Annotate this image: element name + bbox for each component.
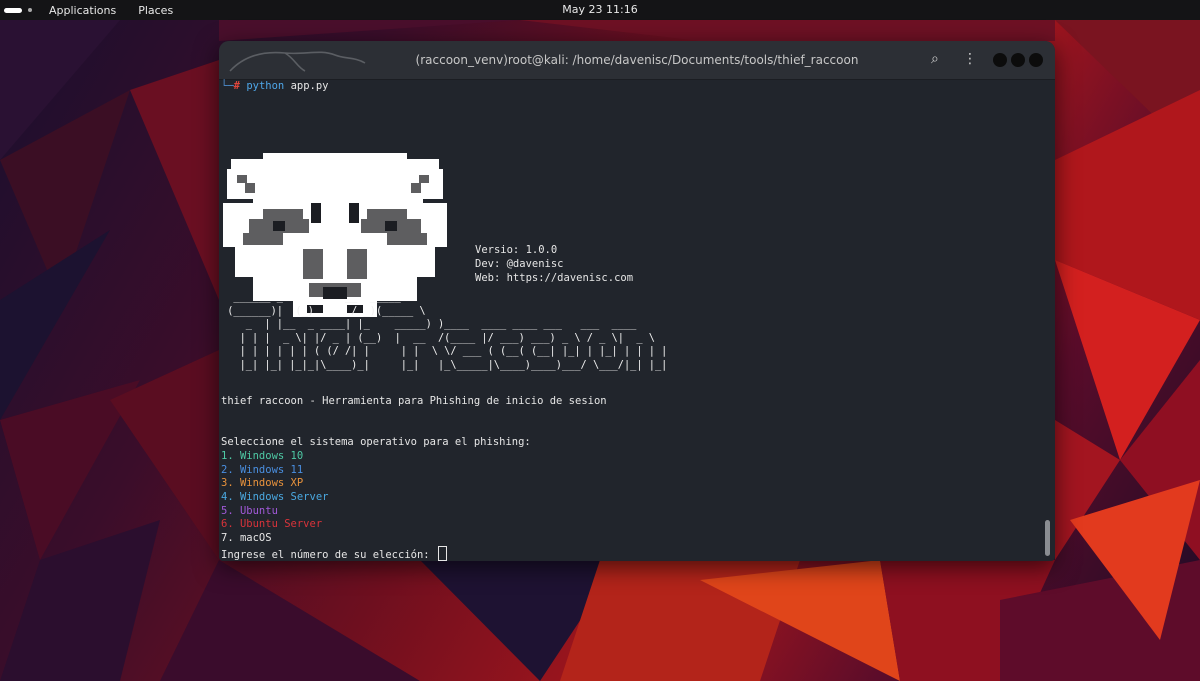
- ascii-banner: ______ _ __ _____ (______)| (_) / _)(___…: [227, 291, 668, 371]
- terminal-window: (raccoon_venv)root@kali: /home/davenisc/…: [219, 41, 1055, 561]
- maximize-button[interactable]: [1011, 53, 1025, 67]
- version-info: Versio: 1.0.0: [475, 244, 558, 256]
- input-line[interactable]: Ingrese el número de su elección:: [221, 546, 447, 561]
- terminal-body[interactable]: └─# python app.py Versio: 1.0.0 Dev: @da…: [219, 80, 1055, 561]
- workspace-dot-icon: [28, 8, 32, 12]
- terminal-scrollbar[interactable]: [1045, 520, 1050, 556]
- clock[interactable]: May 23 11:16: [562, 3, 637, 16]
- applications-menu[interactable]: Applications: [38, 4, 127, 17]
- terminal-titlebar[interactable]: (raccoon_venv)root@kali: /home/davenisc/…: [219, 41, 1055, 80]
- command-line: └─# python app.py: [221, 80, 329, 94]
- option-macos: 7. macOS: [221, 532, 272, 544]
- tagline: thief raccoon - Herramienta para Phishin…: [221, 395, 607, 407]
- search-icon[interactable]: ⌕: [931, 51, 939, 67]
- activities-button[interactable]: [0, 0, 38, 20]
- option-windows-10: 1. Windows 10: [221, 450, 304, 462]
- select-prompt: Seleccione el sistema operativo para el …: [221, 436, 531, 448]
- option-ubuntu: 5. Ubuntu: [221, 505, 278, 517]
- close-button[interactable]: [1029, 53, 1043, 67]
- prompt-hash: #: [233, 80, 240, 92]
- top-panel: Applications Places May 23 11:16: [0, 0, 1200, 20]
- places-menu[interactable]: Places: [127, 4, 184, 17]
- option-windows-server: 4. Windows Server: [221, 491, 329, 503]
- dev-info: Dev: @davenisc: [475, 258, 564, 270]
- kebab-menu-icon[interactable]: ⋮: [963, 51, 977, 67]
- prompt-corner: └─: [221, 80, 234, 92]
- option-ubuntu-server: 6. Ubuntu Server: [221, 518, 323, 530]
- command-file: app.py: [290, 80, 329, 92]
- option-windows-xp: 3. Windows XP: [221, 477, 304, 489]
- web-info: Web: https://davenisc.com: [475, 272, 634, 284]
- terminal-title: (raccoon_venv)root@kali: /home/davenisc/…: [415, 53, 859, 67]
- minimize-button[interactable]: [993, 53, 1007, 67]
- text-cursor[interactable]: [437, 546, 447, 561]
- option-windows-11: 2. Windows 11: [221, 464, 304, 476]
- command-python: python: [246, 80, 285, 92]
- input-prompt: Ingrese el número de su elección:: [221, 549, 430, 561]
- workspace-indicator-icon: [4, 7, 22, 13]
